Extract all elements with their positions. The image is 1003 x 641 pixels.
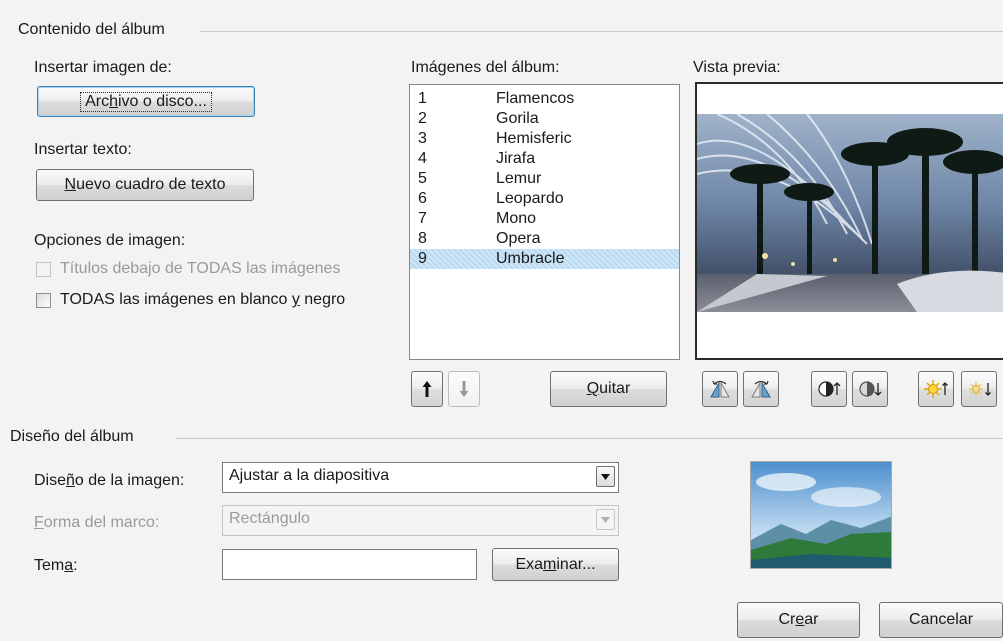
list-item[interactable]: 3 Hemisferic [410,129,679,149]
list-item[interactable]: 7 Mono [410,209,679,229]
move-up-button[interactable] [411,371,443,407]
album-content-divider [200,31,1003,32]
rotate-left-icon [710,380,730,398]
contrast-down-button[interactable] [852,371,888,407]
list-item[interactable]: 9 Umbracle [410,249,679,269]
contrast-up-icon [818,381,841,397]
theme-label: Tema: [34,557,78,574]
list-item-name: Umbracle [496,250,565,267]
list-item-name: Hemisferic [496,130,572,147]
frame-shape-label: Forma del marco: [34,514,160,531]
picture-layout-select[interactable]: Ajustar a la diapositiva [222,462,619,493]
move-down-button[interactable] [448,371,480,407]
rotate-right-icon [751,380,771,398]
picture-layout-label: Diseño de la imagen: [34,472,185,489]
album-content-title: Contenido del álbum [18,21,171,39]
list-item-name: Opera [496,230,541,247]
chevron-down-icon[interactable] [596,509,615,530]
arrow-down-icon [459,381,469,397]
contrast-up-button[interactable] [811,371,847,407]
list-item-name: Flamencos [496,90,575,107]
album-images-label: Imágenes del álbum: [411,59,560,76]
layout-thumbnail-image [751,462,891,568]
list-item-number: 1 [418,90,427,107]
chevron-down-icon[interactable] [596,466,615,487]
list-item[interactable]: 2 Gorila [410,109,679,129]
list-item[interactable]: 6 Leopardo [410,189,679,209]
list-item-name: Gorila [496,110,539,127]
album-layout-title: Diseño del álbum [10,428,140,446]
new-textbox-button[interactable]: Nuevo cuadro de texto [36,169,254,201]
layout-thumbnail [750,461,892,569]
captions-option-label: Títulos debajo de TODAS las imágenes [60,260,341,277]
brightness-up-icon [924,380,948,398]
list-item-number: 3 [418,130,427,147]
cancel-button[interactable]: Cancelar [879,602,1003,638]
theme-input[interactable] [222,549,477,580]
arrow-up-icon [422,381,432,397]
list-item[interactable]: 5 Lemur [410,169,679,189]
preview-image [695,82,1003,360]
list-item-name: Jirafa [496,150,536,167]
frame-shape-value: Rectángulo [229,510,310,527]
brightness-down-icon [969,382,991,396]
brightness-up-button[interactable] [918,371,954,407]
list-item[interactable]: 1 Flamencos [410,89,679,109]
list-item-number: 7 [418,210,427,227]
preview-photo [697,84,1003,358]
list-item-number: 2 [418,110,427,127]
file-or-disk-button[interactable]: Archivo o disco... [37,86,255,117]
insert-text-label: Insertar texto: [34,141,132,158]
black-white-checkbox[interactable] [36,293,51,308]
remove-button[interactable]: Quitar [550,371,667,407]
list-item-number: 8 [418,230,427,247]
list-item-number: 4 [418,150,427,167]
album-layout-divider [176,438,1003,439]
insert-image-label: Insertar imagen de: [34,59,172,76]
list-item-number: 5 [418,170,427,187]
browse-button[interactable]: Examinar... [492,548,619,581]
image-options-label: Opciones de imagen: [34,232,186,249]
picture-layout-value: Ajustar a la diapositiva [229,467,390,484]
list-item[interactable]: 8 Opera [410,229,679,249]
black-white-option-label: TODAS las imágenes en blanco y negro [60,291,346,308]
captions-checkbox[interactable] [36,262,51,277]
contrast-down-icon [859,381,882,397]
list-item[interactable]: 4 Jirafa [410,149,679,169]
rotate-left-button[interactable] [702,371,738,407]
list-item-name: Mono [496,210,537,227]
list-item-number: 6 [418,190,427,207]
create-button[interactable]: Crear [737,602,860,638]
list-item-number: 9 [418,250,427,267]
preview-label: Vista previa: [693,59,781,76]
album-images-list[interactable]: 1 Flamencos 2 Gorila 3 Hemisferic 4 Jirafa 5 Lemu… [409,84,680,360]
frame-shape-select[interactable]: Rectángulo [222,505,619,536]
list-item-name: Lemur [496,170,542,187]
brightness-down-button[interactable] [961,371,997,407]
rotate-right-button[interactable] [743,371,779,407]
list-item-name: Leopardo [496,190,564,207]
